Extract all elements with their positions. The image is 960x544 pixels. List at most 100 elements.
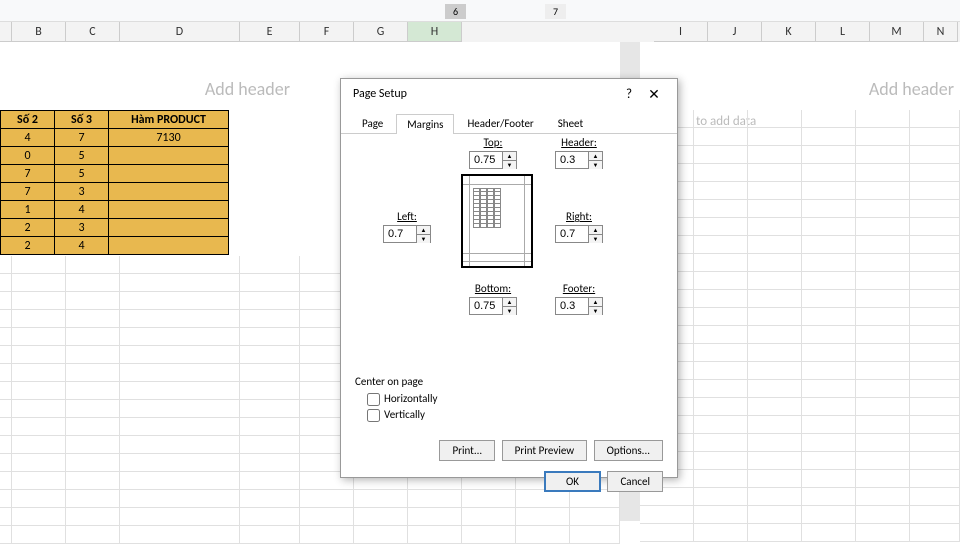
spin-down-icon[interactable]: ▼ bbox=[589, 235, 602, 243]
add-header-placeholder[interactable]: Add header bbox=[205, 78, 290, 100]
margin-right-input[interactable] bbox=[556, 226, 588, 242]
dialog-titlebar[interactable]: Page Setup ? ✕ bbox=[341, 79, 677, 109]
margin-header-input[interactable] bbox=[556, 152, 588, 168]
col-header[interactable]: K bbox=[762, 22, 816, 42]
spin-up-icon[interactable]: ▲ bbox=[589, 152, 602, 161]
margin-bottom-label: Bottom: bbox=[469, 282, 517, 295]
col-header-active[interactable]: H bbox=[408, 22, 462, 42]
margin-top-input[interactable] bbox=[470, 152, 502, 168]
spin-down-icon[interactable]: ▼ bbox=[503, 161, 516, 169]
col-header[interactable]: B bbox=[12, 22, 66, 42]
col-header[interactable]: C bbox=[66, 22, 120, 42]
col-header[interactable]: L bbox=[816, 22, 870, 42]
cell[interactable] bbox=[109, 165, 229, 183]
spin-up-icon[interactable]: ▲ bbox=[503, 298, 516, 307]
cell[interactable]: 2 bbox=[1, 219, 55, 237]
empty-grid-right[interactable] bbox=[640, 110, 960, 521]
sheet-page-right[interactable]: Add header to add data bbox=[640, 42, 960, 521]
cell[interactable] bbox=[109, 219, 229, 237]
cell[interactable]: 7 bbox=[1, 165, 55, 183]
page-setup-dialog: Page Setup ? ✕ Page Margins Header/Foote… bbox=[340, 78, 678, 478]
col-header[interactable]: E bbox=[240, 22, 300, 42]
cell[interactable]: 2 bbox=[1, 237, 55, 255]
table-row[interactable]: 477130 bbox=[1, 129, 229, 147]
tab-sheet[interactable]: Sheet bbox=[547, 113, 594, 133]
add-header-placeholder[interactable]: Add header bbox=[869, 78, 954, 100]
col-header[interactable]: J bbox=[708, 22, 762, 42]
cell[interactable]: 3 bbox=[55, 183, 109, 201]
spin-up-icon[interactable]: ▲ bbox=[503, 152, 516, 161]
margin-left-field: Left: ▲▼ bbox=[383, 210, 431, 243]
cell[interactable]: 5 bbox=[55, 147, 109, 165]
cell[interactable]: 4 bbox=[55, 237, 109, 255]
margin-right-label: Right: bbox=[555, 210, 603, 223]
table-row[interactable]: 73 bbox=[1, 183, 229, 201]
cell[interactable]: 5 bbox=[55, 165, 109, 183]
spin-down-icon[interactable]: ▼ bbox=[503, 307, 516, 315]
tab-margins[interactable]: Margins bbox=[396, 114, 454, 134]
dialog-body: Top: ▲▼ Header: ▲▼ Left: ▲▼ Right: bbox=[341, 134, 677, 434]
center-horizontally-option[interactable]: Horizontally bbox=[367, 392, 437, 406]
print-button[interactable]: Print... bbox=[439, 440, 495, 461]
margin-footer-input[interactable] bbox=[556, 298, 588, 314]
table-header: Số 2 bbox=[1, 111, 55, 129]
cell[interactable]: 7130 bbox=[109, 129, 229, 147]
margin-header-field: Header: ▲▼ bbox=[555, 136, 603, 169]
col-header[interactable]: M bbox=[870, 22, 924, 42]
margin-bottom-input[interactable] bbox=[470, 298, 502, 314]
table-row[interactable]: 24 bbox=[1, 237, 229, 255]
table-row[interactable]: 23 bbox=[1, 219, 229, 237]
spin-up-icon[interactable]: ▲ bbox=[589, 298, 602, 307]
spin-down-icon[interactable]: ▼ bbox=[589, 161, 602, 169]
margin-left-label: Left: bbox=[383, 210, 431, 223]
margin-left-spinner[interactable]: ▲▼ bbox=[383, 225, 431, 243]
spin-down-icon[interactable]: ▼ bbox=[417, 235, 430, 243]
col-header[interactable]: F bbox=[300, 22, 354, 42]
margin-bottom-spinner[interactable]: ▲▼ bbox=[469, 297, 517, 315]
page-preview bbox=[461, 174, 533, 268]
cell[interactable] bbox=[109, 201, 229, 219]
table-row[interactable]: 14 bbox=[1, 201, 229, 219]
cell[interactable]: 7 bbox=[1, 183, 55, 201]
margin-top-spinner[interactable]: ▲▼ bbox=[469, 151, 517, 169]
options-button[interactable]: Options... bbox=[594, 440, 663, 461]
tab-page[interactable]: Page bbox=[351, 113, 394, 133]
cell[interactable]: 0 bbox=[1, 147, 55, 165]
table-header: Số 3 bbox=[55, 111, 109, 129]
cell[interactable] bbox=[109, 183, 229, 201]
print-preview-button[interactable]: Print Preview bbox=[502, 440, 587, 461]
center-vertically-option[interactable]: Vertically bbox=[367, 408, 437, 422]
spin-up-icon[interactable]: ▲ bbox=[417, 226, 430, 235]
spin-down-icon[interactable]: ▼ bbox=[589, 307, 602, 315]
center-h-checkbox[interactable] bbox=[367, 393, 380, 406]
table-row[interactable]: 05 bbox=[1, 147, 229, 165]
col-header[interactable]: I bbox=[654, 22, 708, 42]
margin-left-input[interactable] bbox=[384, 226, 416, 242]
cell[interactable]: 7 bbox=[55, 129, 109, 147]
cell[interactable] bbox=[109, 237, 229, 255]
center-v-checkbox[interactable] bbox=[367, 409, 380, 422]
margin-footer-label: Footer: bbox=[555, 282, 603, 295]
ok-button[interactable]: OK bbox=[544, 471, 601, 492]
cell[interactable]: 1 bbox=[1, 201, 55, 219]
margin-footer-spinner[interactable]: ▲▼ bbox=[555, 297, 603, 315]
close-button[interactable]: ✕ bbox=[639, 86, 669, 103]
ruler-marker: 6 bbox=[445, 4, 466, 19]
col-header[interactable]: N bbox=[924, 22, 958, 42]
dialog-buttons: Print... Print Preview Options... OK Can… bbox=[341, 434, 677, 498]
table-header: Hàm PRODUCT bbox=[109, 111, 229, 129]
col-header[interactable]: G bbox=[354, 22, 408, 42]
table-row[interactable]: 75 bbox=[1, 165, 229, 183]
spin-up-icon[interactable]: ▲ bbox=[589, 226, 602, 235]
tab-header-footer[interactable]: Header/Footer bbox=[456, 113, 544, 133]
margin-header-spinner[interactable]: ▲▼ bbox=[555, 151, 603, 169]
margin-right-spinner[interactable]: ▲▼ bbox=[555, 225, 603, 243]
cell[interactable]: 4 bbox=[1, 129, 55, 147]
cell[interactable]: 3 bbox=[55, 219, 109, 237]
cell[interactable]: 4 bbox=[55, 201, 109, 219]
center-h-label: Horizontally bbox=[384, 392, 437, 405]
col-header[interactable]: D bbox=[120, 22, 240, 42]
cancel-button[interactable]: Cancel bbox=[607, 471, 663, 492]
help-button[interactable]: ? bbox=[619, 87, 639, 102]
cell[interactable] bbox=[109, 147, 229, 165]
